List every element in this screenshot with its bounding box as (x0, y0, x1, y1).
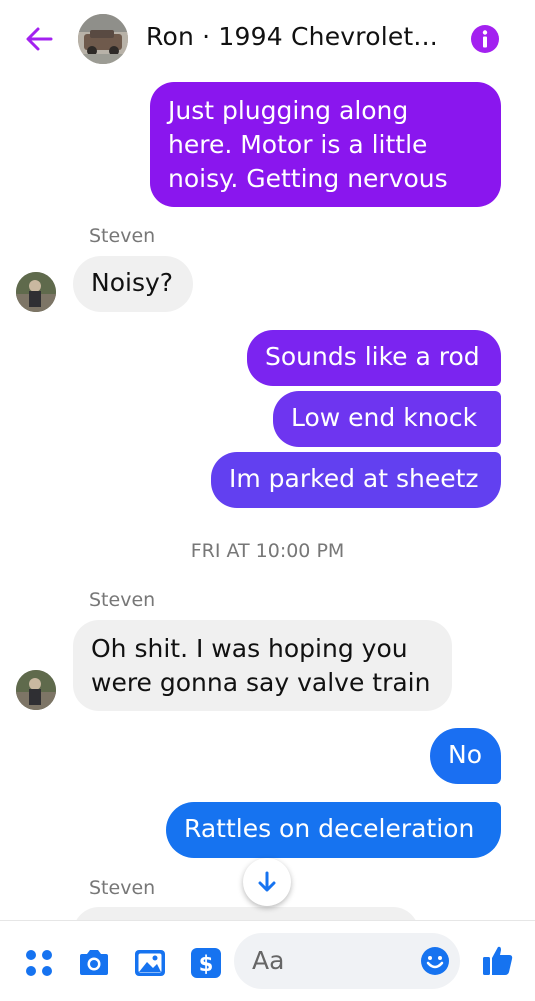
message-line: noisy. Getting nervous (168, 164, 448, 193)
camera-icon[interactable] (77, 946, 111, 980)
conversation-header: Ron · 1994 Chevrolet... (0, 0, 535, 80)
message-input-placeholder: Aa (252, 946, 285, 975)
arrow-down-icon (258, 871, 276, 892)
incoming-message[interactable]: Noisy? (73, 256, 193, 312)
payment-icon[interactable]: $ (189, 946, 223, 980)
sender-avatar[interactable] (16, 670, 56, 710)
outgoing-message[interactable]: Sounds like a rod (247, 330, 501, 386)
timestamp: FRI AT 10:00 PM (190, 540, 345, 562)
message-line: Oh shit. I was hoping you (91, 634, 408, 663)
thumbs-up-icon[interactable] (481, 943, 515, 977)
message-line: Just plugging along (168, 96, 409, 125)
incoming-message[interactable]: Oh shit. I was hoping you were gonna say… (73, 620, 452, 711)
outgoing-message[interactable]: Just plugging along here. Motor is a lit… (150, 82, 501, 207)
message-line: were gonna say valve train (91, 668, 431, 697)
sender-name: Steven (89, 589, 156, 611)
emoji-icon[interactable] (420, 946, 450, 976)
message-text: Rattles on deceleration (184, 814, 475, 843)
message-line: here. Motor is a little (168, 130, 428, 159)
message-input[interactable]: Aa (234, 933, 460, 989)
message-text: No (448, 740, 482, 769)
scroll-to-bottom-button[interactable] (243, 858, 291, 906)
message-text: Noisy? (91, 268, 174, 297)
sender-avatar[interactable] (16, 272, 56, 312)
message-text: Sounds like a rod (265, 342, 480, 371)
gallery-icon[interactable] (133, 946, 167, 980)
contact-avatar[interactable] (78, 14, 128, 64)
outgoing-message[interactable]: Im parked at sheetz (211, 452, 501, 508)
message-text: Im parked at sheetz (229, 464, 479, 493)
svg-text:$: $ (199, 952, 214, 976)
outgoing-message[interactable]: No (430, 728, 501, 784)
conversation-title[interactable]: Ron · 1994 Chevrolet... (146, 22, 438, 51)
back-arrow-icon[interactable] (24, 24, 54, 54)
outgoing-message[interactable]: Rattles on deceleration (166, 802, 501, 858)
sender-name: Steven (89, 225, 156, 247)
sender-name: Steven (89, 877, 156, 899)
outgoing-message[interactable]: Low end knock (273, 391, 501, 447)
message-text: Low end knock (291, 403, 478, 432)
apps-icon[interactable] (22, 946, 56, 980)
info-icon[interactable] (470, 24, 500, 54)
